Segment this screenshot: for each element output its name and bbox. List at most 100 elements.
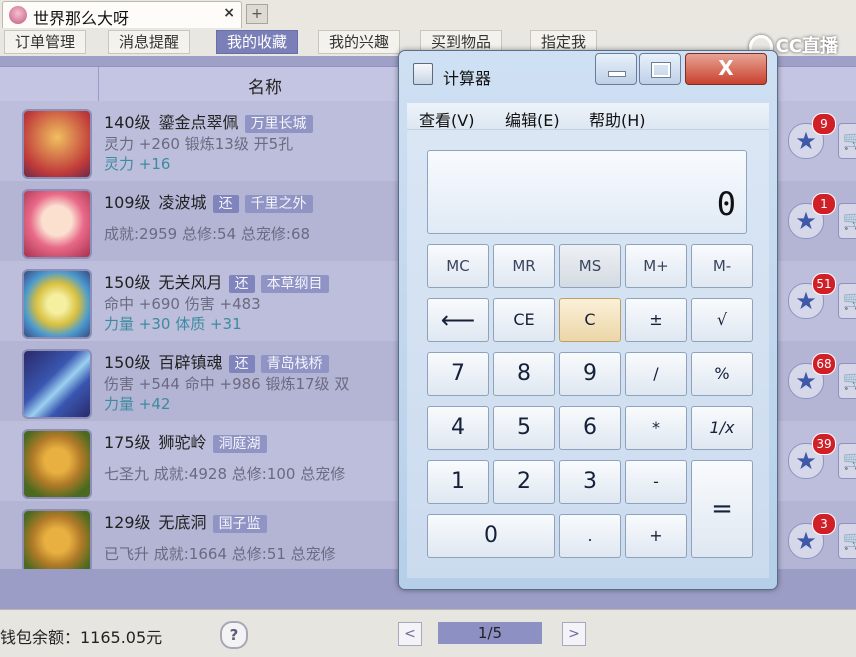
nav-favorites[interactable]: 我的收藏	[216, 30, 299, 54]
item-attributes: 七圣九 成就:4928 总修:100 总宠修	[104, 465, 346, 483]
item-title: 150级 无关风月还本草纲目	[104, 269, 329, 293]
calculator-menubar: 查看(V) 编辑(E) 帮助(H)	[407, 103, 769, 130]
item-level: 150级	[104, 273, 151, 292]
key-0[interactable]: 0	[427, 514, 555, 558]
key-sqrt[interactable]: √	[691, 298, 753, 342]
key-4[interactable]: 4	[427, 406, 489, 450]
key-mr[interactable]: MR	[493, 244, 555, 288]
item-name: 鎏金点翠佩	[158, 113, 239, 132]
item-name: 无关风月	[158, 273, 223, 292]
cart-icon[interactable]: 🛒	[838, 443, 856, 479]
nav-orders[interactable]: 订单管理	[4, 30, 87, 54]
calculator-body: 0 MC MR MS M+ M- ⟵ CE C ± √ 7 8 9 / % 4 …	[407, 130, 769, 578]
key-m-minus[interactable]: M-	[691, 244, 753, 288]
cart-icon[interactable]: 🛒	[838, 203, 856, 239]
item-name: 百辟镇魂	[158, 353, 223, 372]
favorite-count-badge: 9	[812, 113, 836, 135]
menu-edit[interactable]: 编辑(E)	[505, 107, 560, 131]
item-thumbnail[interactable]	[22, 189, 92, 259]
next-page-button[interactable]: >	[562, 622, 586, 646]
column-name-header: 名称	[248, 78, 282, 98]
footer-bar: 钱包余额：1165.05元 ? < 1/5 >	[0, 609, 856, 657]
key-equals[interactable]: =	[691, 460, 753, 558]
item-attributes: 灵力 +260 锻炼13级 开5孔	[104, 135, 294, 153]
item-thumbnail[interactable]	[22, 269, 92, 339]
key-backspace[interactable]: ⟵	[427, 298, 489, 342]
item-thumbnail[interactable]	[22, 349, 92, 419]
item-level: 140级	[104, 113, 151, 132]
help-icon[interactable]: ?	[220, 621, 248, 649]
item-bonus: 力量 +42	[104, 395, 171, 413]
item-attributes: 已飞升 成就:1664 总修:51 总宠修	[104, 545, 336, 563]
key-6[interactable]: 6	[559, 406, 621, 450]
item-bonus: 力量 +30 体质 +31	[104, 315, 242, 333]
minimize-icon	[608, 71, 626, 77]
calculator-title: 计算器	[443, 69, 492, 88]
nav-interests[interactable]: 我的兴趣	[318, 30, 401, 54]
tab-favicon-icon	[9, 6, 27, 24]
item-title: 150级 百辟镇魂还青岛栈桥	[104, 349, 329, 373]
menu-view[interactable]: 查看(V)	[419, 107, 474, 131]
key-1[interactable]: 1	[427, 460, 489, 504]
key-5[interactable]: 5	[493, 406, 555, 450]
key-add[interactable]: +	[625, 514, 687, 558]
favorite-count-badge: 1	[812, 193, 836, 215]
key-m-plus[interactable]: M+	[625, 244, 687, 288]
item-thumbnail[interactable]	[22, 429, 92, 499]
cart-icon[interactable]: 🛒	[838, 283, 856, 319]
key-8[interactable]: 8	[493, 352, 555, 396]
item-level: 129级	[104, 513, 151, 532]
key-subtract[interactable]: -	[625, 460, 687, 504]
cart-icon[interactable]: 🛒	[838, 363, 856, 399]
cart-icon[interactable]: 🛒	[838, 123, 856, 159]
item-title: 140级 鎏金点翠佩 万里长城	[104, 109, 313, 133]
key-decimal[interactable]: .	[559, 514, 621, 558]
item-name: 无底洞	[158, 513, 207, 532]
table-header-spacer	[0, 67, 99, 101]
favorite-count-badge: 68	[812, 353, 836, 375]
key-7[interactable]: 7	[427, 352, 489, 396]
browser-tab[interactable]: 世界那么大呀 ×	[2, 1, 242, 28]
item-attributes: 命中 +690 伤害 +483	[104, 295, 261, 313]
wallet-balance: 钱包余额：1165.05元	[0, 628, 163, 647]
display-value: 0	[716, 185, 736, 223]
return-tag: 还	[212, 195, 239, 213]
menu-help[interactable]: 帮助(H)	[589, 107, 646, 131]
tab-close-icon[interactable]: ×	[223, 5, 235, 21]
key-2[interactable]: 2	[493, 460, 555, 504]
server-tag: 洞庭湖	[212, 435, 267, 453]
prev-page-button[interactable]: <	[398, 622, 422, 646]
server-tag: 国子监	[212, 515, 267, 533]
favorite-count-badge: 39	[812, 433, 836, 455]
item-title: 175级 狮驼岭 洞庭湖	[104, 429, 267, 453]
cart-icon[interactable]: 🛒	[838, 523, 856, 559]
server-tag: 千里之外	[244, 195, 313, 213]
key-plus-minus[interactable]: ±	[625, 298, 687, 342]
item-name: 凌波城	[158, 193, 207, 212]
key-ms[interactable]: MS	[559, 244, 621, 288]
nav-messages[interactable]: 消息提醒	[108, 30, 191, 54]
return-tag: 还	[228, 355, 255, 373]
key-9[interactable]: 9	[559, 352, 621, 396]
browser-tab-bar: 世界那么大呀 × +	[0, 0, 856, 29]
key-3[interactable]: 3	[559, 460, 621, 504]
favorite-count-badge: 51	[812, 273, 836, 295]
maximize-icon	[651, 62, 671, 78]
minimize-button[interactable]	[595, 53, 637, 85]
close-window-button[interactable]: X	[685, 53, 767, 85]
key-reciprocal[interactable]: 1/x	[691, 406, 753, 450]
calculator-display: 0	[427, 150, 747, 234]
cc-logo-text: CC直播	[775, 36, 838, 57]
tab-title: 世界那么大呀	[33, 9, 130, 28]
key-divide[interactable]: /	[625, 352, 687, 396]
key-ce[interactable]: CE	[493, 298, 555, 342]
item-bonus: 灵力 +16	[104, 155, 171, 173]
maximize-button[interactable]	[639, 53, 681, 85]
new-tab-button[interactable]: +	[246, 4, 268, 24]
key-multiply[interactable]: *	[625, 406, 687, 450]
key-c[interactable]: C	[559, 298, 621, 342]
key-percent[interactable]: %	[691, 352, 753, 396]
calculator-app-icon	[413, 63, 433, 85]
item-thumbnail[interactable]	[22, 109, 92, 179]
key-mc[interactable]: MC	[427, 244, 489, 288]
